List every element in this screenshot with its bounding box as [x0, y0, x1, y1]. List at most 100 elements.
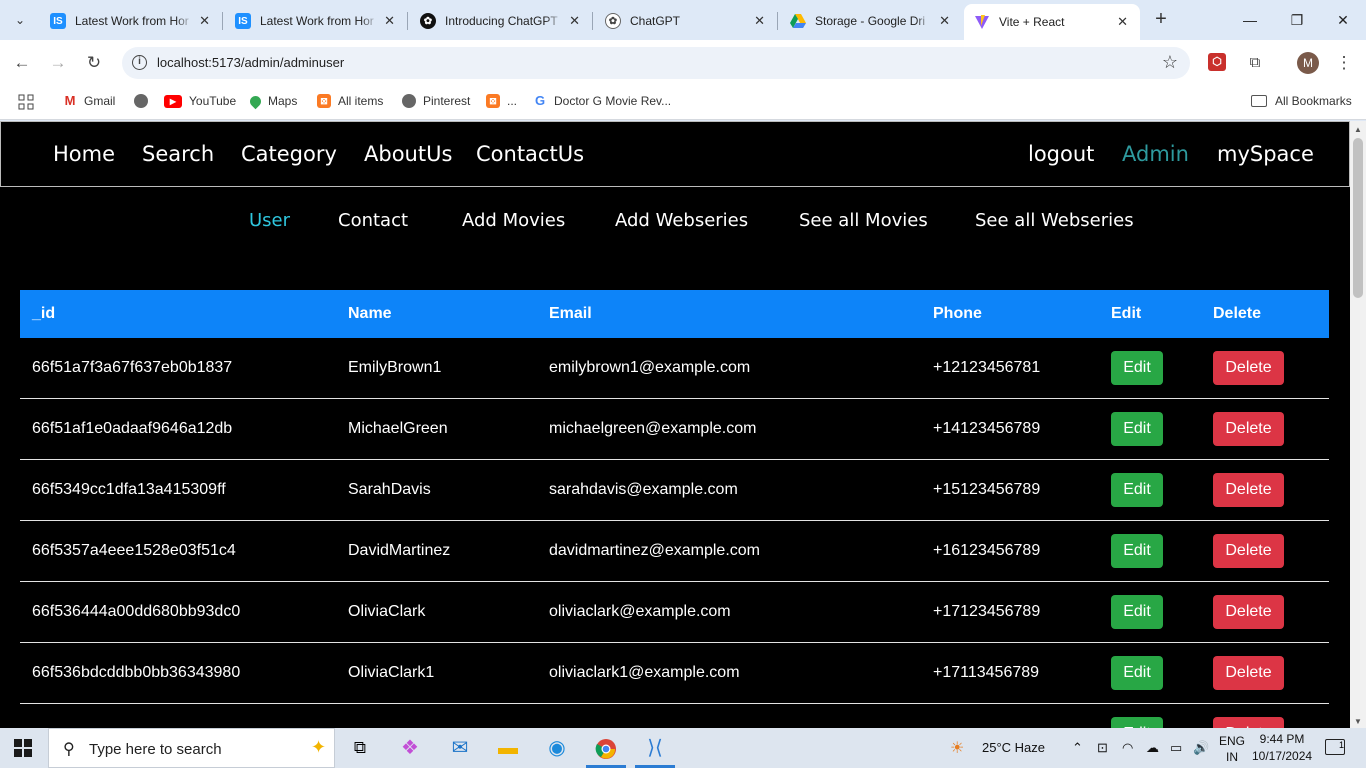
apps-grid-icon[interactable]: [18, 94, 34, 110]
subnav-see-all-webseries[interactable]: See all Webseries: [975, 210, 1134, 231]
maps-icon: [247, 93, 264, 109]
subnav-user[interactable]: User: [249, 210, 290, 231]
new-tab-plus-icon[interactable]: +: [1150, 9, 1172, 31]
delete-button[interactable]: Delete: [1213, 656, 1284, 690]
chrome-icon[interactable]: [586, 732, 626, 768]
taskbar-search-placeholder[interactable]: Type here to search: [89, 741, 222, 758]
vscode-icon[interactable]: ⟩⟨: [635, 732, 675, 768]
delete-button[interactable]: Delete: [1213, 717, 1284, 728]
header-delete: Delete: [1213, 305, 1262, 322]
edge-icon[interactable]: ◉: [537, 732, 577, 768]
site-info-icon[interactable]: i: [132, 55, 147, 70]
delete-button[interactable]: Delete: [1213, 534, 1284, 568]
weather-text[interactable]: 25°C Haze: [982, 740, 1045, 755]
delete-button[interactable]: Delete: [1213, 595, 1284, 629]
restore-icon[interactable]: ❐: [1285, 8, 1309, 32]
extension-red-icon[interactable]: ⬡: [1208, 53, 1226, 71]
nav-contactus[interactable]: ContactUs: [476, 142, 584, 166]
tab-google-drive[interactable]: Storage - Google Dri ✕: [780, 6, 962, 36]
window-close-icon[interactable]: ✕: [1331, 8, 1355, 32]
edit-button[interactable]: Edit: [1111, 534, 1163, 568]
windows-start-icon[interactable]: [14, 739, 32, 757]
back-arrow-icon[interactable]: ←: [10, 51, 34, 75]
nav-category[interactable]: Category: [241, 142, 337, 166]
browser-toolbar: ← → ↻ i localhost:5173/admin/adminuser ☆…: [0, 40, 1366, 86]
scrollbar-thumb[interactable]: [1353, 138, 1363, 298]
nav-aboutus[interactable]: AboutUs: [364, 142, 452, 166]
nav-home[interactable]: Home: [53, 142, 115, 166]
bookmark-doctor-g[interactable]: G Doctor G Movie Rev...: [533, 94, 671, 108]
taskbar-search[interactable]: ⚲ Type here to search ✦: [48, 728, 335, 768]
delete-button[interactable]: Delete: [1213, 473, 1284, 507]
mail-icon[interactable]: ✉: [440, 732, 480, 768]
address-bar[interactable]: i localhost:5173/admin/adminuser ☆: [122, 47, 1190, 79]
network-icon[interactable]: ⊡: [1097, 740, 1108, 756]
chevron-up-icon[interactable]: ⌃: [1072, 740, 1083, 756]
file-explorer-icon[interactable]: ▬: [488, 732, 528, 768]
subnav-add-movies[interactable]: Add Movies: [462, 210, 565, 231]
clock-date: 10/17/2024: [1252, 749, 1313, 763]
subnav-add-webseries[interactable]: Add Webseries: [615, 210, 748, 231]
reload-icon[interactable]: ↻: [82, 51, 106, 75]
clock[interactable]: 9:44 PM 10/17/2024: [1252, 731, 1312, 765]
cell-email: oliviaclark@example.com: [549, 603, 731, 620]
delete-button[interactable]: Delete: [1213, 351, 1284, 385]
tab-close-icon[interactable]: ✕: [754, 13, 765, 29]
menu-kebab-icon[interactable]: ⋮: [1333, 52, 1355, 74]
extensions-puzzle-icon[interactable]: ⧉: [1244, 52, 1266, 74]
weather-icon[interactable]: ☀: [950, 738, 964, 758]
url-text[interactable]: localhost:5173/admin/adminuser: [157, 55, 344, 70]
tab-close-icon[interactable]: ✕: [939, 13, 950, 29]
tab-close-icon[interactable]: ✕: [199, 13, 210, 29]
nav-search[interactable]: Search: [142, 142, 214, 166]
bookmark-youtube[interactable]: ▶ YouTube: [164, 94, 236, 108]
nav-admin[interactable]: Admin: [1122, 142, 1189, 166]
volume-icon[interactable]: 🔊: [1193, 740, 1209, 756]
bookmark-gmail[interactable]: M Gmail: [63, 94, 115, 108]
edit-button[interactable]: Edit: [1111, 595, 1163, 629]
tab-close-icon[interactable]: ✕: [569, 13, 580, 29]
bookmark-maps[interactable]: Maps: [247, 93, 297, 109]
tab-search-chevron-icon[interactable]: ⌄: [8, 9, 32, 31]
edit-button[interactable]: Edit: [1111, 717, 1163, 728]
edit-button[interactable]: Edit: [1111, 351, 1163, 385]
subnav-contact[interactable]: Contact: [338, 210, 408, 231]
tab-close-icon[interactable]: ✕: [384, 13, 395, 29]
minimize-icon[interactable]: —: [1238, 8, 1262, 32]
scroll-down-arrow-icon[interactable]: ▼: [1354, 717, 1362, 726]
tab-vite-react[interactable]: Vite + React ✕: [964, 4, 1140, 40]
bookmark-star-icon[interactable]: ☆: [1162, 52, 1178, 73]
subnav-see-all-movies[interactable]: See all Movies: [799, 210, 928, 231]
bookmark-all-items[interactable]: ⊠ All items: [317, 94, 383, 108]
edit-button[interactable]: Edit: [1111, 473, 1163, 507]
nav-logout[interactable]: logout: [1028, 142, 1094, 166]
edit-button[interactable]: Edit: [1111, 656, 1163, 690]
youtube-icon: ▶: [164, 94, 182, 108]
task-view-icon[interactable]: ⧉: [340, 732, 380, 768]
delete-button[interactable]: Delete: [1213, 412, 1284, 446]
tab-latest-work-2[interactable]: IS Latest Work from Hor ✕: [225, 6, 407, 36]
tab-introducing-chatgpt[interactable]: ✿ Introducing ChatGPT ✕: [410, 6, 592, 36]
nav-myspace[interactable]: mySpace: [1217, 142, 1314, 166]
edit-button[interactable]: Edit: [1111, 412, 1163, 446]
page-scrollbar[interactable]: ▲ ▼: [1350, 121, 1366, 728]
tab-close-icon[interactable]: ✕: [1117, 14, 1128, 30]
all-bookmarks[interactable]: All Bookmarks: [1251, 94, 1352, 108]
notification-center-icon[interactable]: 1: [1325, 739, 1345, 755]
forward-arrow-icon[interactable]: →: [46, 51, 70, 75]
scroll-up-arrow-icon[interactable]: ▲: [1354, 125, 1362, 134]
bookmark-xampp[interactable]: ⊠ ...: [486, 94, 517, 108]
bookmark-globe[interactable]: [134, 94, 155, 108]
battery-icon[interactable]: ▭: [1170, 740, 1182, 756]
onedrive-icon[interactable]: ☁: [1146, 740, 1159, 756]
bookmark-pinterest[interactable]: Pinterest: [402, 94, 470, 108]
folder-icon: [1251, 95, 1267, 107]
tab-title: ChatGPT: [630, 14, 681, 28]
tab-separator: [592, 12, 593, 30]
tab-latest-work-1[interactable]: IS Latest Work from Hor ✕: [40, 6, 222, 36]
language-indicator[interactable]: ENG IN: [1219, 733, 1245, 765]
copilot-icon[interactable]: ❖: [390, 732, 430, 768]
profile-avatar[interactable]: M: [1297, 52, 1319, 74]
wifi-icon[interactable]: ◠: [1122, 740, 1133, 756]
tab-chatgpt[interactable]: ✿ ChatGPT ✕: [595, 6, 777, 36]
